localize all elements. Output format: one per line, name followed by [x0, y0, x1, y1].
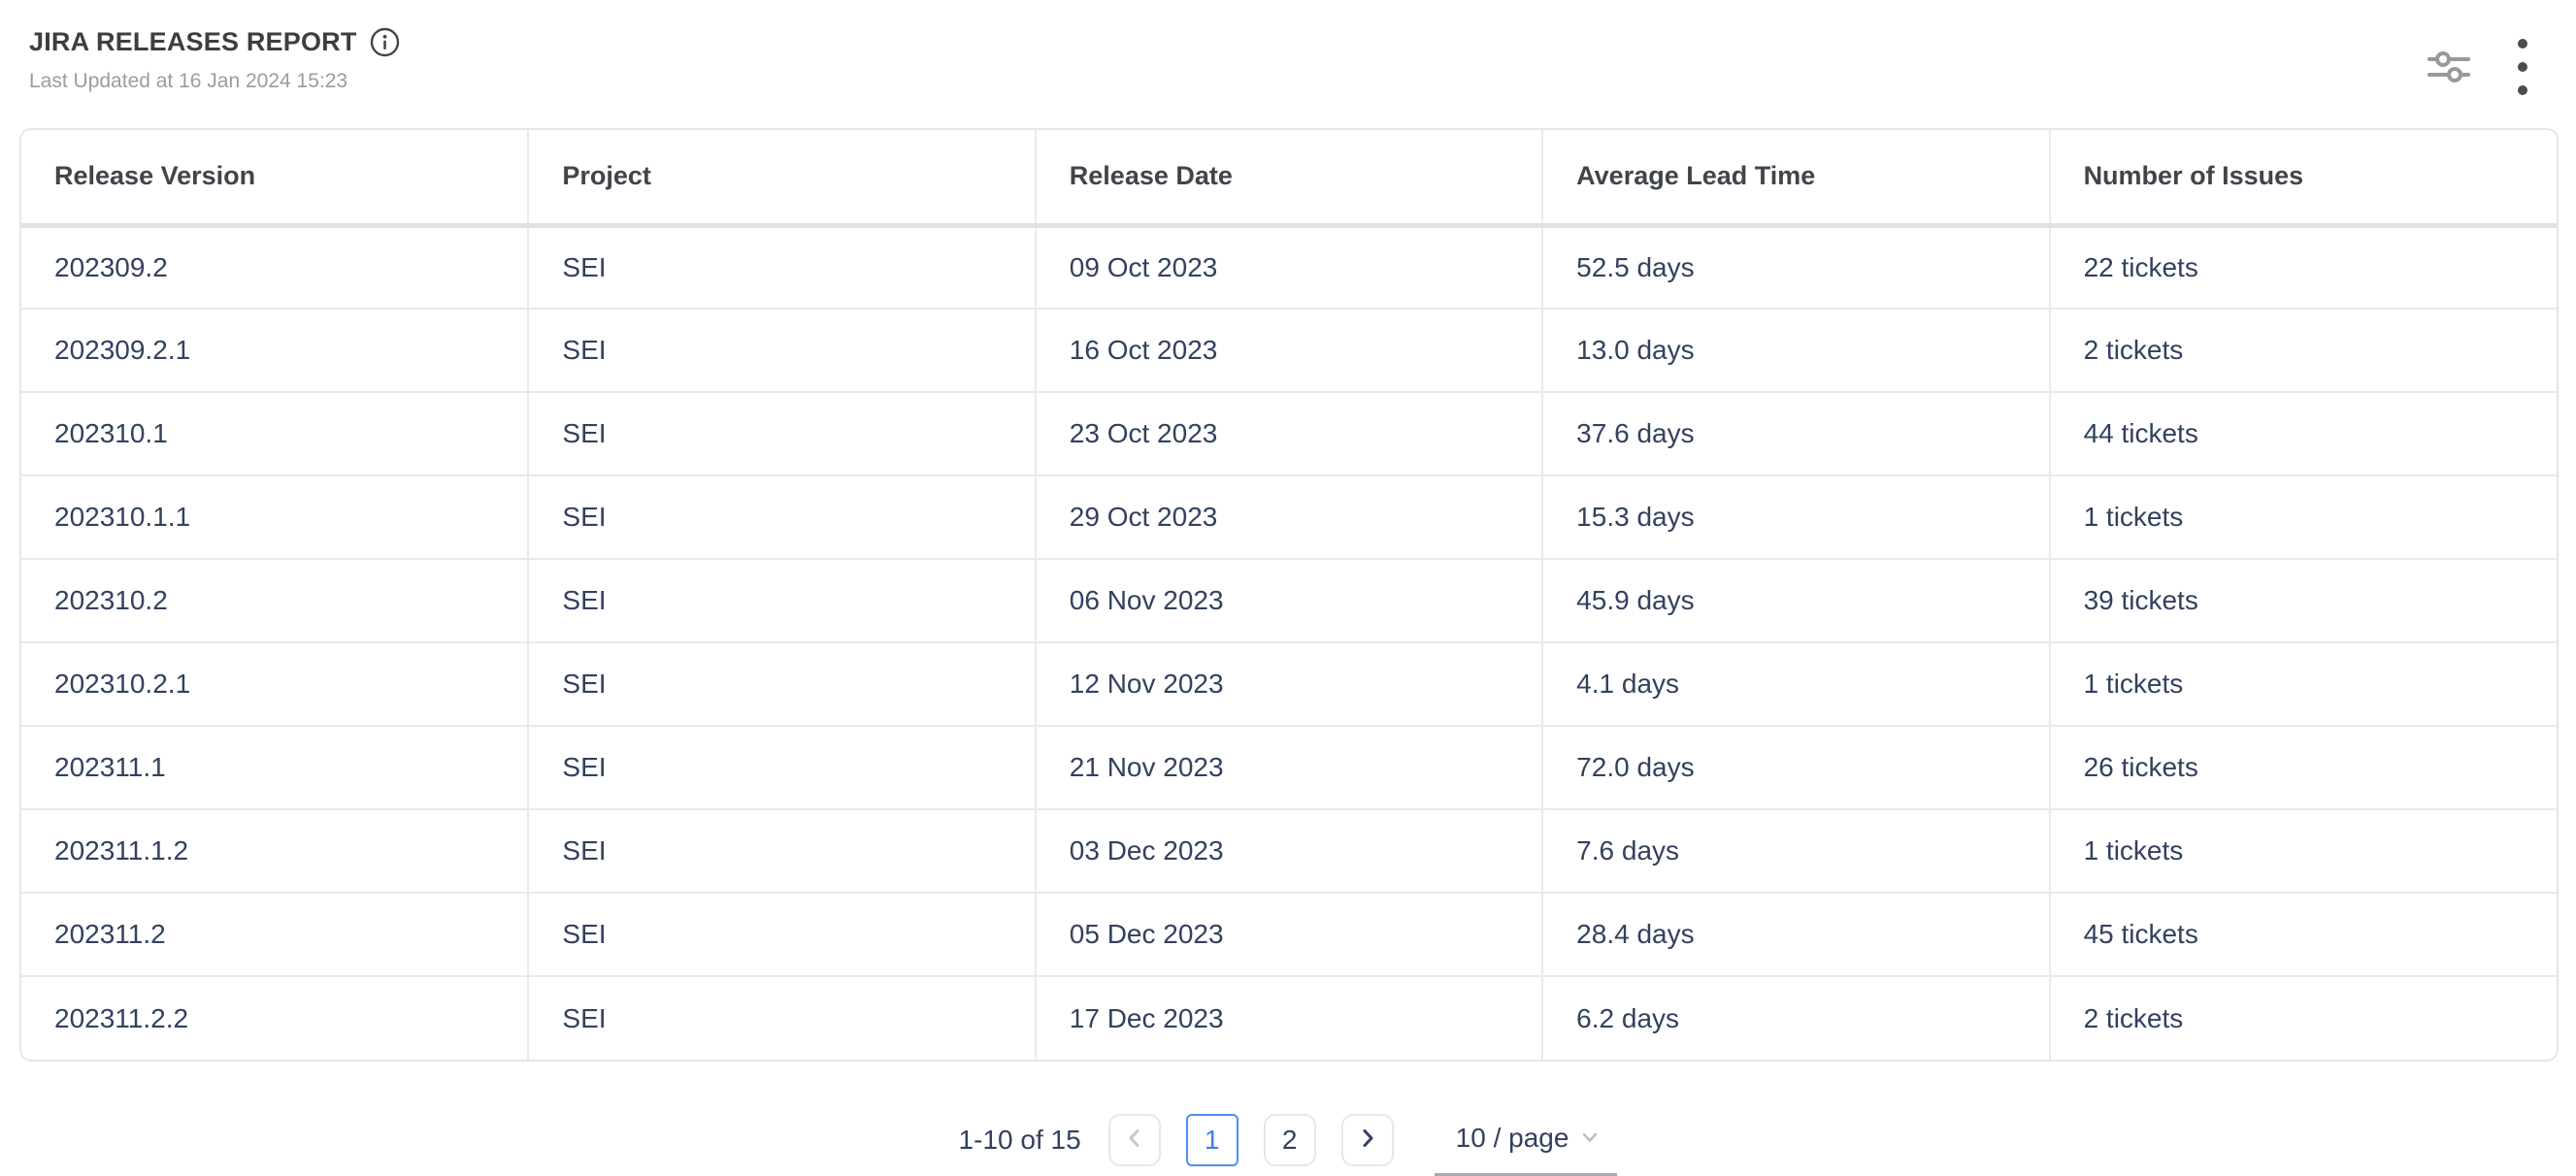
releases-table: Release Version Project Release Date Ave…: [19, 128, 2559, 1062]
cell-release-date: 23 Oct 2023: [1036, 392, 1542, 475]
cell-average-lead-time: 72.0 days: [1542, 726, 2049, 809]
page-size-value: 10 / page: [1456, 1123, 1569, 1154]
table-header-row: Release Version Project Release Date Ave…: [21, 130, 2557, 225]
cell-number-of-issues: 39 tickets: [2050, 559, 2557, 642]
cell-project: SEI: [528, 392, 1035, 475]
pagination: 1-10 of 15 1 2 10 / page: [0, 1102, 2576, 1176]
cell-project: SEI: [528, 309, 1035, 392]
cell-number-of-issues: 26 tickets: [2050, 726, 2557, 809]
cell-project: SEI: [528, 559, 1035, 642]
cell-number-of-issues: 1 tickets: [2050, 642, 2557, 726]
cell-project: SEI: [528, 976, 1035, 1060]
more-options-button[interactable]: [2512, 33, 2533, 104]
cell-average-lead-time: 28.4 days: [1542, 893, 2049, 976]
cell-number-of-issues: 1 tickets: [2050, 809, 2557, 893]
cell-number-of-issues: 2 tickets: [2050, 976, 2557, 1060]
cell-release-date: 29 Oct 2023: [1036, 475, 1542, 559]
cell-average-lead-time: 37.6 days: [1542, 392, 2049, 475]
cell-project: SEI: [528, 726, 1035, 809]
kebab-menu-icon: [2516, 37, 2529, 100]
cell-release-version: 202310.2.1: [21, 642, 528, 726]
cell-number-of-issues: 2 tickets: [2050, 309, 2557, 392]
cell-release-version: 202309.2: [21, 225, 528, 309]
chevron-right-icon: [1357, 1125, 1378, 1156]
cell-release-date: 16 Oct 2023: [1036, 309, 1542, 392]
table-row: 202310.2 SEI 06 Nov 2023 45.9 days 39 ti…: [21, 559, 2557, 642]
cell-project: SEI: [528, 809, 1035, 893]
cell-release-version: 202311.1: [21, 726, 528, 809]
sliders-icon: [2427, 45, 2471, 92]
cell-project: SEI: [528, 893, 1035, 976]
cell-release-version: 202311.2.2: [21, 976, 528, 1060]
table-row: 202311.1.2 SEI 03 Dec 2023 7.6 days 1 ti…: [21, 809, 2557, 893]
cell-average-lead-time: 7.6 days: [1542, 809, 2049, 893]
cell-release-date: 05 Dec 2023: [1036, 893, 1542, 976]
cell-average-lead-time: 52.5 days: [1542, 225, 2049, 309]
cell-number-of-issues: 1 tickets: [2050, 475, 2557, 559]
cell-release-version: 202310.1: [21, 392, 528, 475]
cell-average-lead-time: 15.3 days: [1542, 475, 2049, 559]
table-row: 202309.2 SEI 09 Oct 2023 52.5 days 22 ti…: [21, 225, 2557, 309]
page-title: JIRA RELEASES REPORT: [29, 27, 357, 57]
column-header-number-of-issues: Number of Issues: [2050, 130, 2557, 225]
column-header-release-version: Release Version: [21, 130, 528, 225]
column-header-release-date: Release Date: [1036, 130, 1542, 225]
cell-number-of-issues: 45 tickets: [2050, 893, 2557, 976]
cell-release-version: 202310.2: [21, 559, 528, 642]
table-row: 202311.2 SEI 05 Dec 2023 28.4 days 45 ti…: [21, 893, 2557, 976]
column-header-average-lead-time: Average Lead Time: [1542, 130, 2049, 225]
column-header-project: Project: [528, 130, 1035, 225]
table-row: 202311.1 SEI 21 Nov 2023 72.0 days 26 ti…: [21, 726, 2557, 809]
cell-release-date: 06 Nov 2023: [1036, 559, 1542, 642]
cell-release-version: 202311.1.2: [21, 809, 528, 893]
cell-release-date: 03 Dec 2023: [1036, 809, 1542, 893]
cell-release-version: 202310.1.1: [21, 475, 528, 559]
cell-release-date: 21 Nov 2023: [1036, 726, 1542, 809]
page-1-button[interactable]: 1: [1186, 1114, 1238, 1166]
pagination-range: 1-10 of 15: [959, 1125, 1081, 1156]
next-page-button[interactable]: [1341, 1114, 1394, 1166]
chevron-down-icon: [1580, 1123, 1600, 1154]
page-2-button[interactable]: 2: [1264, 1114, 1316, 1166]
table-row: 202310.1.1 SEI 29 Oct 2023 15.3 days 1 t…: [21, 475, 2557, 559]
cell-release-version: 202311.2: [21, 893, 528, 976]
page-size-select[interactable]: 10 / page: [1435, 1102, 1618, 1176]
last-updated-text: Last Updated at 16 Jan 2024 15:23: [29, 70, 2547, 93]
table-row: 202310.2.1 SEI 12 Nov 2023 4.1 days 1 ti…: [21, 642, 2557, 726]
cell-release-date: 12 Nov 2023: [1036, 642, 1542, 726]
cell-release-version: 202309.2.1: [21, 309, 528, 392]
cell-average-lead-time: 6.2 days: [1542, 976, 2049, 1060]
cell-average-lead-time: 45.9 days: [1542, 559, 2049, 642]
cell-release-date: 09 Oct 2023: [1036, 225, 1542, 309]
info-icon[interactable]: [370, 27, 400, 57]
table-row: 202309.2.1 SEI 16 Oct 2023 13.0 days 2 t…: [21, 309, 2557, 392]
prev-page-button[interactable]: [1108, 1114, 1161, 1166]
cell-number-of-issues: 44 tickets: [2050, 392, 2557, 475]
filter-settings-button[interactable]: [2423, 41, 2475, 96]
table-row: 202311.2.2 SEI 17 Dec 2023 6.2 days 2 ti…: [21, 976, 2557, 1060]
cell-project: SEI: [528, 225, 1035, 309]
cell-release-date: 17 Dec 2023: [1036, 976, 1542, 1060]
cell-project: SEI: [528, 642, 1035, 726]
report-header: JIRA RELEASES REPORT Last Updated at 16 …: [0, 0, 2576, 93]
cell-number-of-issues: 22 tickets: [2050, 225, 2557, 309]
chevron-left-icon: [1124, 1125, 1145, 1156]
cell-average-lead-time: 4.1 days: [1542, 642, 2049, 726]
cell-project: SEI: [528, 475, 1035, 559]
table-row: 202310.1 SEI 23 Oct 2023 37.6 days 44 ti…: [21, 392, 2557, 475]
cell-average-lead-time: 13.0 days: [1542, 309, 2049, 392]
